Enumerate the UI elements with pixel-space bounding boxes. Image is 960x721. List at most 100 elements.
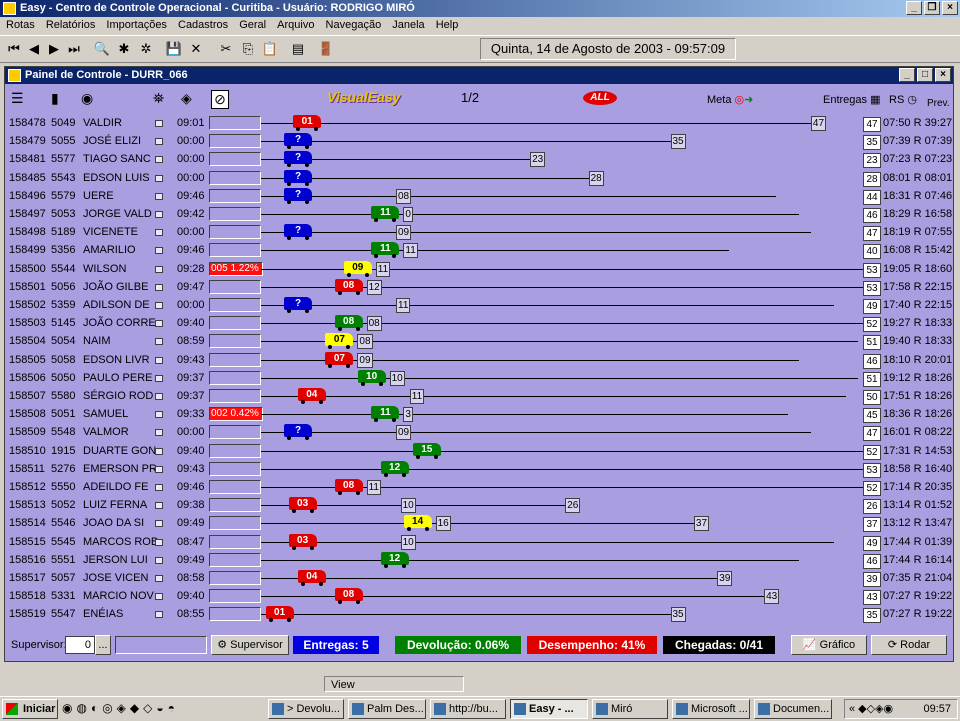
table-row[interactable]: 158506 5050 PAULO PERE 09:37 10 10 51 19:12 R 1…: [5, 369, 953, 387]
stop-count[interactable]: 43: [863, 590, 881, 606]
table-row[interactable]: 158503 5145 JOÃO CORRE 09:40 08 08 52 19:27 R 1…: [5, 314, 953, 333]
minimize-button[interactable]: _: [906, 1, 922, 15]
row-checkbox[interactable]: [155, 575, 163, 582]
task-document[interactable]: Documen...: [754, 699, 832, 719]
stop-count[interactable]: 47: [863, 226, 881, 242]
stop-count[interactable]: 47: [863, 117, 881, 132]
vehicle-icon[interactable]: ?: [284, 297, 312, 313]
rs-label[interactable]: RS ◷: [889, 93, 917, 106]
cut-icon[interactable]: ✂: [216, 39, 236, 59]
vehicle-icon[interactable]: 01: [265, 606, 294, 623]
table-row[interactable]: 158499 5356 AMARILIO 09:46 11 11 40 16:08 R 15:…: [5, 241, 953, 260]
table-row[interactable]: 158505 5058 EDSON LIVR 09:43 07 09 46 18:10 R 2…: [5, 351, 953, 369]
task-palm[interactable]: Palm Des...: [348, 699, 426, 719]
task-miro[interactable]: Miró: [592, 699, 668, 719]
phone-icon[interactable]: ▮: [51, 90, 59, 107]
menu-geral[interactable]: Geral: [239, 19, 266, 31]
row-checkbox[interactable]: [155, 520, 163, 528]
copy-icon[interactable]: ⎘: [238, 39, 258, 59]
menu-janela[interactable]: Janela: [392, 19, 424, 31]
menu-navegacao[interactable]: Navegação: [326, 19, 382, 31]
vehicle-icon[interactable]: ?: [284, 224, 312, 241]
vehicle-icon[interactable]: 08: [334, 479, 363, 495]
task-devolu[interactable]: > Devolu...: [268, 699, 344, 719]
row-checkbox[interactable]: [155, 138, 163, 146]
table-row[interactable]: 158513 5052 LUIZ FERNA 09:38 03 10 26 26 13:14 R…: [5, 496, 953, 515]
stop-count[interactable]: 46: [863, 353, 881, 369]
vehicle-icon[interactable]: 11: [371, 406, 400, 423]
save-icon[interactable]: 💾: [164, 39, 184, 59]
vehicle-icon[interactable]: 10: [357, 369, 386, 386]
supervisor-button[interactable]: ⚙ Supervisor: [211, 635, 289, 655]
row-checkbox[interactable]: [155, 229, 163, 237]
vehicle-icon[interactable]: ?: [284, 169, 312, 186]
clear-filter-icon[interactable]: ✲: [136, 39, 156, 59]
vehicle-icon[interactable]: 11: [371, 242, 400, 259]
stop-count[interactable]: 53: [863, 262, 881, 278]
stop-count[interactable]: 37: [863, 517, 881, 533]
vehicle-icon[interactable]: ?: [284, 133, 312, 150]
vehicle-icon[interactable]: 15: [412, 442, 441, 459]
row-checkbox[interactable]: [155, 338, 163, 346]
vehicle-icon[interactable]: ?: [284, 151, 312, 168]
no-return-icon[interactable]: ⊘: [211, 90, 229, 109]
stop-count[interactable]: 26: [863, 499, 881, 515]
vehicle-icon[interactable]: 08: [334, 278, 363, 295]
row-checkbox[interactable]: [155, 411, 163, 419]
row-checkbox[interactable]: [155, 502, 163, 510]
stop-count[interactable]: 40: [863, 244, 881, 260]
grafico-button[interactable]: 📈 Gráfico: [791, 635, 867, 655]
vehicle-icon[interactable]: 12: [380, 551, 409, 568]
supervisor-lookup-button[interactable]: ...: [95, 635, 111, 655]
close-button[interactable]: ×: [942, 1, 958, 15]
vehicle-icon[interactable]: 08: [334, 588, 363, 605]
vehicle-icon[interactable]: 01: [293, 115, 322, 131]
last-record-icon[interactable]: ⏭: [64, 39, 84, 59]
row-checkbox[interactable]: [155, 447, 163, 455]
paste-icon[interactable]: 📋: [260, 39, 280, 59]
row-checkbox[interactable]: [155, 593, 163, 601]
stop-count[interactable]: 39: [863, 572, 881, 587]
stop-count[interactable]: 23: [863, 153, 881, 169]
table-row[interactable]: 158508 5051 SAMUEL 09:33 002 0.42% 11 3 45 18:36…: [5, 405, 953, 424]
stop-count[interactable]: 52: [863, 444, 881, 460]
vehicle-icon[interactable]: ?: [284, 187, 312, 204]
tag-icon[interactable]: ◈: [181, 90, 192, 107]
row-checkbox[interactable]: [155, 356, 163, 364]
rodar-button[interactable]: ⟳ Rodar: [871, 635, 947, 655]
panel-close-button[interactable]: ×: [935, 68, 951, 82]
vehicle-icon[interactable]: 04: [297, 388, 326, 404]
row-checkbox[interactable]: [155, 374, 163, 382]
table-row[interactable]: 158517 5057 JOSE VICEN 08:58 04 39 39 07:35 R 2…: [5, 569, 953, 587]
stop-count[interactable]: 52: [863, 481, 881, 496]
stop-count[interactable]: 49: [863, 535, 881, 551]
vehicle-icon[interactable]: ?: [284, 424, 312, 441]
table-row[interactable]: 158519 5547 ENÉIAS 08:55 01 35 35 07:27 R 19:22: [5, 605, 953, 624]
entregas-label[interactable]: Entregas ▦: [823, 93, 881, 106]
stop-count[interactable]: 35: [863, 608, 881, 624]
row-checkbox[interactable]: [155, 247, 163, 255]
helmet-icon[interactable]: ◉: [81, 90, 93, 107]
calculator-icon[interactable]: ▤: [288, 39, 308, 59]
previous-record-icon[interactable]: ◀: [24, 39, 44, 59]
menu-cadastros[interactable]: Cadastros: [178, 19, 228, 31]
prev-label[interactable]: Prev.: [927, 98, 950, 109]
menu-arquivo[interactable]: Arquivo: [277, 19, 314, 31]
table-row[interactable]: 158514 5546 JOAO DA SI 09:49 14 16 37 37 13:12 R…: [5, 514, 953, 533]
row-checkbox[interactable]: [155, 538, 163, 546]
row-checkbox[interactable]: [155, 192, 163, 200]
table-row[interactable]: 158479 5055 JOSÉ ELIZI 00:00? 35 35 07:39 R 07…: [5, 132, 953, 151]
first-record-icon[interactable]: ⏮: [4, 39, 24, 59]
filter-icon[interactable]: ✱: [114, 39, 134, 59]
task-browser[interactable]: http://bu...: [430, 699, 506, 719]
table-row[interactable]: 158516 5551 JERSON LUI 09:49 12 46 17:44 R 16:…: [5, 551, 953, 569]
restore-button[interactable]: ❐: [924, 1, 940, 15]
stop-count[interactable]: 46: [863, 208, 881, 223]
stop-count[interactable]: 53: [863, 462, 881, 478]
delete-icon[interactable]: ✕: [186, 39, 206, 59]
row-checkbox[interactable]: [155, 156, 163, 164]
row-checkbox[interactable]: [155, 302, 163, 309]
row-checkbox[interactable]: [155, 429, 163, 437]
table-row[interactable]: 158478 5049 VALDIR 09:01 01 47 47 07:50 R 39:27: [5, 114, 953, 132]
vehicle-icon[interactable]: 03: [288, 533, 317, 550]
